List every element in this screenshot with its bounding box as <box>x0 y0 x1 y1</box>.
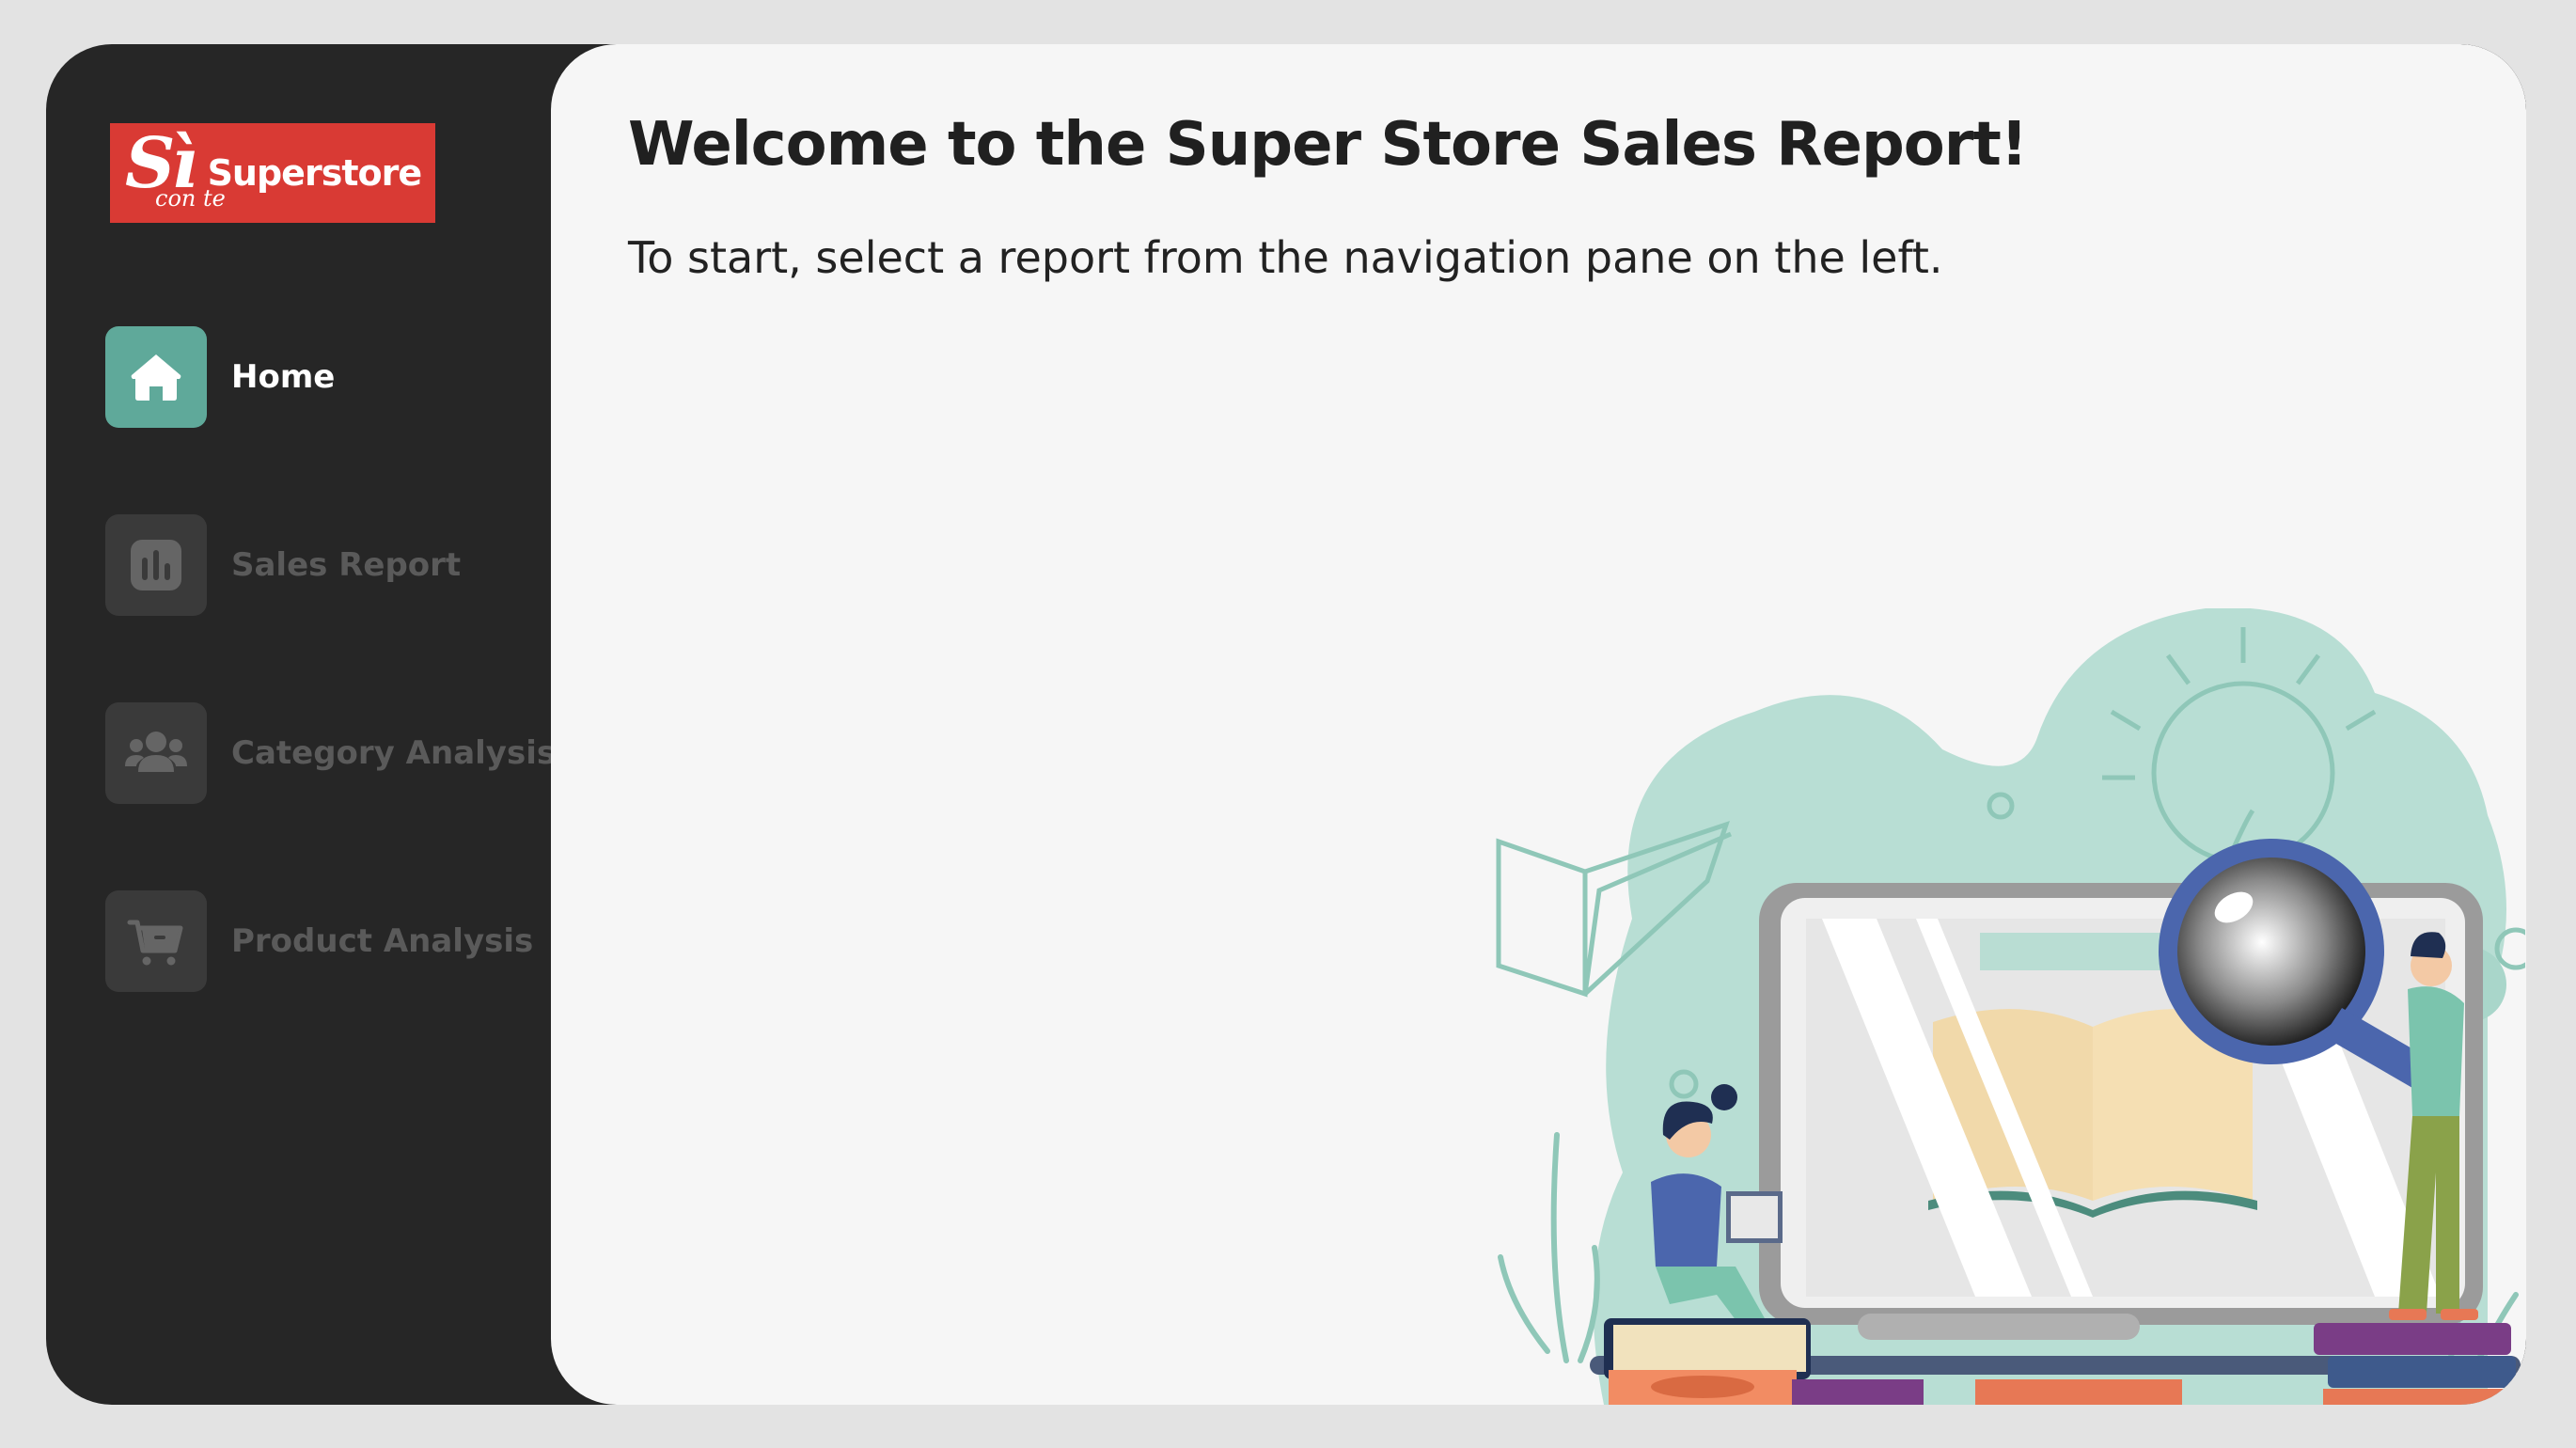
page-title: Welcome to the Super Store Sales Report! <box>628 110 2028 180</box>
nav-label-home: Home <box>231 358 336 396</box>
reading-illustration <box>1496 608 2525 1405</box>
app-window: Sì con te Superstore Home Sales Report C… <box>46 44 2526 1405</box>
nav-item-home[interactable]: Home <box>105 326 335 428</box>
nav-label-sales-report: Sales Report <box>231 546 462 584</box>
cart-icon <box>105 890 207 992</box>
navigation-pane: Sì con te Superstore Home Sales Report C… <box>46 44 573 1405</box>
nav-label-category-analysis: Category Analysis <box>231 734 557 772</box>
nav-item-product-analysis[interactable]: Product Analysis <box>105 890 533 992</box>
logo-tagline: con te <box>155 185 226 212</box>
main-content: Welcome to the Super Store Sales Report!… <box>551 44 2526 1405</box>
bar-chart-icon <box>105 514 207 616</box>
nav-item-sales-report[interactable]: Sales Report <box>105 514 461 616</box>
home-icon <box>105 326 207 428</box>
users-icon <box>105 702 207 804</box>
nav-item-category-analysis[interactable]: Category Analysis <box>105 702 556 804</box>
page-subtitle: To start, select a report from the navig… <box>628 232 1943 283</box>
logo-brand: Superstore <box>207 152 423 194</box>
superstore-logo: Sì con te Superstore <box>110 123 435 223</box>
nav-label-product-analysis: Product Analysis <box>231 922 534 960</box>
